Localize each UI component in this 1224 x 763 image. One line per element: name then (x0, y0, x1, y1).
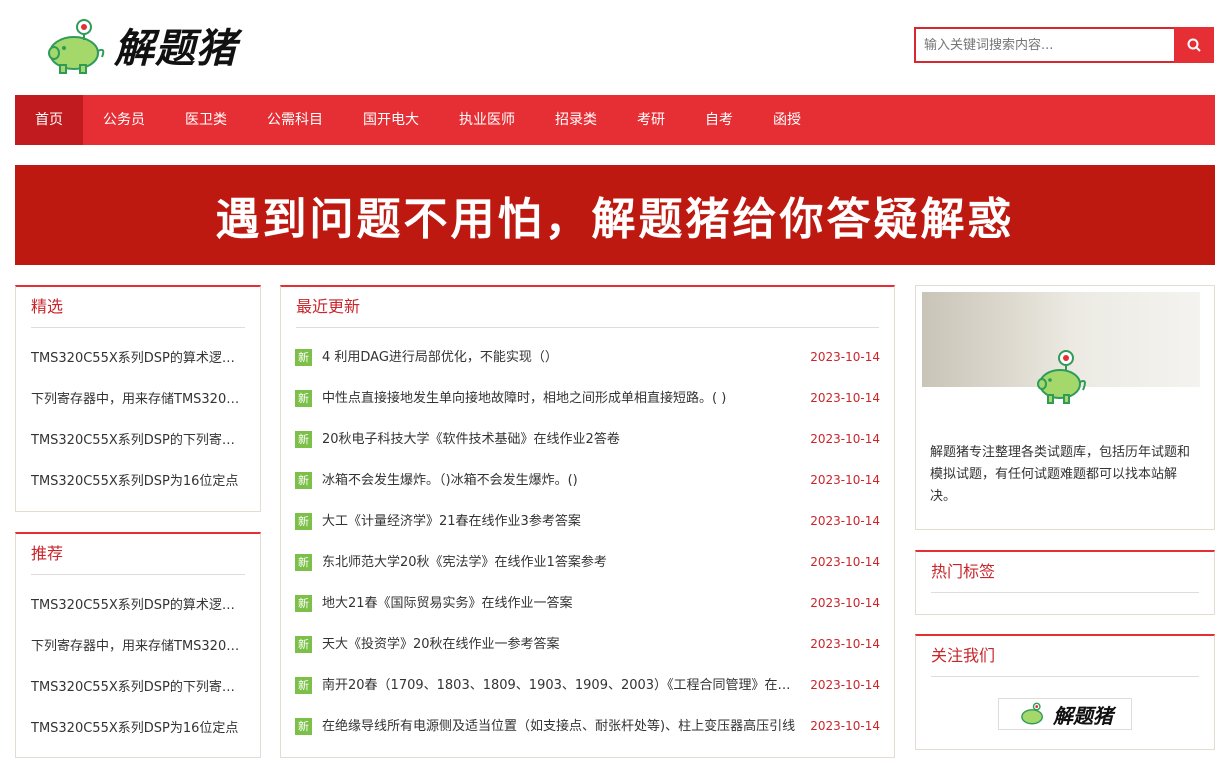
item-title-link[interactable]: 在绝缘导线所有电源侧及适当位置（如支接点、耐张杆处等)、柱上变压器高压引线 (322, 706, 800, 747)
about-panel: 解题猪专注整理各类试题库，包括历年试题和模拟试题，有任何试题难题都可以找本站解决… (915, 285, 1215, 530)
list-item[interactable]: TMS320C55X系列DSP的算术逻辑单元 (16, 338, 260, 379)
item-date: 2023-10-14 (810, 719, 880, 733)
item-title-link[interactable]: 4 利用DAG进行局部优化，不能实现（） (322, 337, 800, 378)
item-date: 2023-10-14 (810, 637, 880, 651)
recommend-title: 推荐 (31, 534, 245, 575)
list-item: 新中性点直接接地发生单向接地故障时，相地之间形成单相直接短路。( ) 2023-1… (281, 378, 894, 419)
list-item: 新地大21春《国际贸易实务》在线作业一答案 2023-10-14 (281, 583, 894, 624)
nav-item-medical[interactable]: 医卫类 (165, 95, 247, 145)
list-item[interactable]: TMS320C55X系列DSP的下列寄存器 (16, 420, 260, 461)
item-title-link[interactable]: 冰箱不会发生爆炸。（)冰箱不会发生爆炸。() (322, 460, 800, 501)
new-badge: 新 (295, 472, 312, 489)
search-bar (914, 27, 1214, 63)
follow-logo[interactable]: 解题猪 (998, 698, 1132, 730)
new-badge: 新 (295, 390, 312, 407)
item-title-link[interactable]: 天大《投资学》20秋在线作业一参考答案 (322, 624, 800, 665)
item-title-link[interactable]: 20秋电子科技大学《软件技术基础》在线作业2答卷 (322, 419, 800, 460)
nav-item-self-study[interactable]: 自考 (685, 95, 753, 145)
list-item: 新 20秋电子科技大学《软件技术基础》在线作业2答卷 2023-10-14 (281, 419, 894, 460)
follow-logo-text: 解题猪 (1053, 703, 1113, 728)
nav-item-public-courses[interactable]: 公需科目 (247, 95, 343, 145)
nav-item-postgraduate[interactable]: 考研 (617, 95, 685, 145)
list-item: 新东北师范大学20秋《宪法学》在线作业1答案参考 2023-10-14 (281, 542, 894, 583)
recent-updates-panel: 最近更新 新4 利用DAG进行局部优化，不能实现（） 2023-10-14 新中性… (280, 285, 895, 758)
new-badge: 新 (295, 718, 312, 735)
item-date: 2023-10-14 (810, 391, 880, 405)
item-date: 2023-10-14 (810, 596, 880, 610)
recommend-panel: 推荐 TMS320C55X系列DSP的算术逻辑单元 下列寄存器中，用来存储TMS… (15, 532, 261, 758)
item-title-link[interactable]: 东北师范大学20秋《宪法学》在线作业1答案参考 (322, 542, 800, 583)
new-badge: 新 (295, 636, 312, 653)
about-text: 解题猪专注整理各类试题库，包括历年试题和模拟试题，有任何试题难题都可以找本站解决… (930, 445, 1191, 504)
recent-title: 最近更新 (296, 287, 879, 328)
new-badge: 新 (295, 349, 312, 366)
banner-text: 遇到问题不用怕，解题猪给你答疑解惑 (215, 194, 1015, 245)
nav-item-recruitment[interactable]: 招录类 (535, 95, 617, 145)
nav-item-physician[interactable]: 执业医师 (439, 95, 535, 145)
search-icon (1187, 38, 1201, 52)
list-item[interactable]: 下列寄存器中，用来存储TMS320C55X (16, 379, 260, 420)
item-date: 2023-10-14 (810, 555, 880, 569)
follow-title: 关注我们 (931, 636, 1199, 677)
featured-title: 精选 (31, 287, 245, 328)
featured-panel: 精选 TMS320C55X系列DSP的算术逻辑单元 下列寄存器中，用来存储TMS… (15, 285, 261, 512)
search-button[interactable] (1174, 27, 1214, 63)
recent-list: 新4 利用DAG进行局部优化，不能实现（） 2023-10-14 新中性点直接接地… (281, 328, 894, 747)
new-badge: 新 (295, 677, 312, 694)
item-title-link[interactable]: 地大21春《国际贸易实务》在线作业一答案 (322, 583, 800, 624)
list-item: 新在绝缘导线所有电源侧及适当位置（如支接点、耐张杆处等)、柱上变压器高压引线 20… (281, 706, 894, 747)
main-nav: 首页 公务员 医卫类 公需科目 国开电大 执业医师 招录类 考研 自考 函授 (15, 95, 1215, 145)
hot-tags-title: 热门标签 (931, 552, 1199, 593)
item-title-link[interactable]: 中性点直接接地发生单向接地故障时，相地之间形成单相直接短路。( ) (322, 378, 800, 419)
list-item[interactable]: TMS320C55X系列DSP的下列寄存器 (16, 667, 260, 708)
nav-item-open-university[interactable]: 国开电大 (343, 95, 439, 145)
pig-logo-icon (48, 19, 105, 74)
logo-text: 解题猪 (114, 25, 237, 72)
list-item: 新冰箱不会发生爆炸。（)冰箱不会发生爆炸。() 2023-10-14 (281, 460, 894, 501)
pig-logo-icon (1021, 702, 1043, 725)
list-item[interactable]: 下列寄存器中，用来存储TMS320C55X (16, 626, 260, 667)
site-logo[interactable]: 解题猪 (44, 14, 254, 76)
list-item: 新大工《计量经济学》21春在线作业3参考答案 2023-10-14 (281, 501, 894, 542)
list-item[interactable]: TMS320C55X系列DSP为16位定点 (16, 708, 260, 749)
new-badge: 新 (295, 431, 312, 448)
list-item: 新天大《投资学》20秋在线作业一参考答案 2023-10-14 (281, 624, 894, 665)
new-badge: 新 (295, 554, 312, 571)
nav-item-home[interactable]: 首页 (15, 95, 83, 145)
hot-tags-panel: 热门标签 (915, 550, 1215, 615)
search-input[interactable] (914, 27, 1174, 63)
list-item[interactable]: TMS320C55X系列DSP为16位定点 (16, 461, 260, 502)
item-title-link[interactable]: 南开20春（1709、1803、1809、1903、1909、2003）《工程合… (322, 665, 800, 706)
new-badge: 新 (295, 513, 312, 530)
nav-item-correspondence[interactable]: 函授 (753, 95, 821, 145)
item-date: 2023-10-14 (810, 678, 880, 692)
list-item: 新 4 利用DAG进行局部优化，不能实现（） 2023-10-14 (281, 337, 894, 378)
pig-mascot-icon (1037, 350, 1086, 404)
item-date: 2023-10-14 (810, 514, 880, 528)
new-badge: 新 (295, 595, 312, 612)
list-item[interactable]: TMS320C55X系列DSP的算术逻辑单元 (16, 585, 260, 626)
follow-panel: 关注我们 解题猪 (915, 634, 1215, 750)
item-date: 2023-10-14 (810, 432, 880, 446)
item-title-link[interactable]: 大工《计量经济学》21春在线作业3参考答案 (322, 501, 800, 542)
item-date: 2023-10-14 (810, 350, 880, 364)
nav-item-civil-servant[interactable]: 公务员 (83, 95, 165, 145)
item-date: 2023-10-14 (810, 473, 880, 487)
hero-banner: 遇到问题不用怕，解题猪给你答疑解惑 (15, 165, 1215, 265)
list-item: 新南开20春（1709、1803、1809、1903、1909、2003）《工程… (281, 665, 894, 706)
